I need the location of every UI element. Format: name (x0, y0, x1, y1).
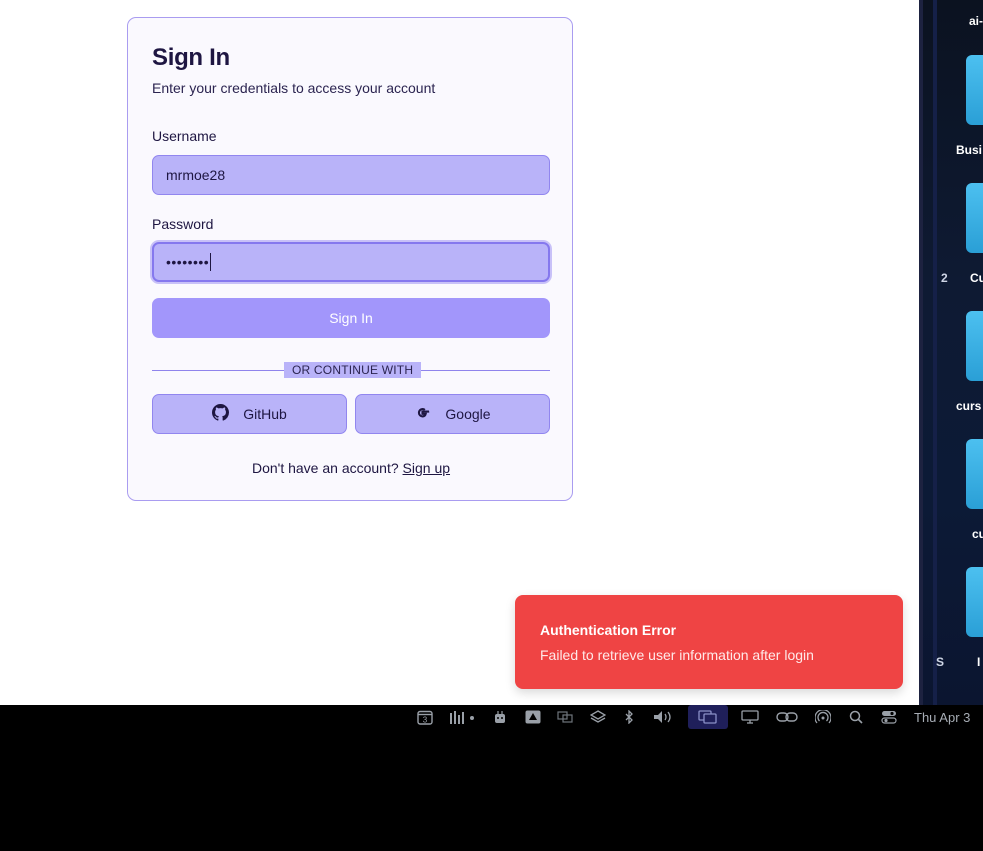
browser-content: Sign In Enter your credentials to access… (0, 0, 919, 705)
bluetooth-icon[interactable] (623, 710, 635, 724)
folder-icon[interactable] (966, 311, 983, 381)
menubar-clock[interactable]: Thu Apr 3 (914, 710, 970, 725)
folder-icon[interactable] (966, 55, 983, 125)
google-label: Google (445, 406, 491, 422)
google-button[interactable]: Google (355, 394, 550, 434)
desktop-label: curs (956, 399, 982, 413)
card-subtitle: Enter your credentials to access your ac… (152, 80, 436, 96)
folder-icon[interactable] (966, 567, 983, 637)
desktop-side-number: 2 (941, 271, 948, 285)
toast-message: Failed to retrieve user information afte… (540, 647, 814, 663)
airdrop-icon[interactable] (815, 710, 831, 724)
link-icon[interactable] (776, 710, 798, 724)
screens-icon[interactable] (557, 710, 573, 724)
desktop-background: ai- Busi 2 Cu curs cu S I (919, 0, 983, 705)
desktop-label: Cu (970, 271, 983, 285)
github-button[interactable]: GitHub (152, 394, 347, 434)
username-label: Username (152, 128, 217, 144)
windows-icon[interactable] (698, 710, 718, 724)
calendar-badge: 3 (423, 715, 428, 724)
text-caret (210, 253, 212, 271)
desktop-label: Busi (956, 143, 983, 157)
sign-in-button-label: Sign In (329, 310, 373, 326)
desktop-side-number: S (936, 655, 945, 669)
password-value: •••••••• (166, 254, 210, 270)
desktop-label: cu (972, 527, 983, 541)
sign-up-link[interactable]: Sign up (403, 460, 450, 476)
menu-bar (0, 705, 983, 731)
signin-card: Sign In Enter your credentials to access… (127, 17, 573, 501)
username-value: mrmoe28 (166, 167, 226, 183)
divider-text: OR CONTINUE WITH (284, 362, 422, 378)
sign-in-button[interactable]: Sign In (152, 298, 550, 338)
error-toast[interactable]: Authentication Error Failed to retrieve … (515, 595, 903, 689)
folder-icon[interactable] (966, 183, 983, 253)
volume-icon[interactable] (653, 710, 675, 724)
layers-icon[interactable] (590, 710, 606, 724)
signup-prompt: Don't have an account? (251, 460, 399, 476)
calendar-icon[interactable]: 3 (417, 710, 433, 725)
robot-icon[interactable] (493, 710, 507, 724)
display-icon[interactable] (741, 710, 759, 724)
card-title: Sign In (152, 44, 230, 71)
google-icon (414, 404, 431, 424)
folder-icon[interactable] (966, 439, 983, 509)
username-input[interactable]: mrmoe28 (152, 155, 550, 195)
password-label: Password (152, 216, 214, 232)
signup-row: Don't have an account? Sign up (128, 460, 574, 476)
desktop-label: I (977, 655, 981, 669)
github-icon (212, 404, 230, 424)
github-label: GitHub (243, 406, 287, 422)
desktop-label: ai- (969, 14, 983, 28)
password-input[interactable]: •••••••• (152, 242, 550, 282)
window-edge (919, 0, 923, 705)
search-icon[interactable] (849, 710, 863, 724)
toast-title: Authentication Error (540, 622, 677, 638)
control-center-icon[interactable] (881, 710, 897, 724)
window-edge-inner (933, 0, 937, 705)
drive-icon[interactable] (525, 710, 541, 724)
audio-levels-icon[interactable] (449, 710, 477, 724)
